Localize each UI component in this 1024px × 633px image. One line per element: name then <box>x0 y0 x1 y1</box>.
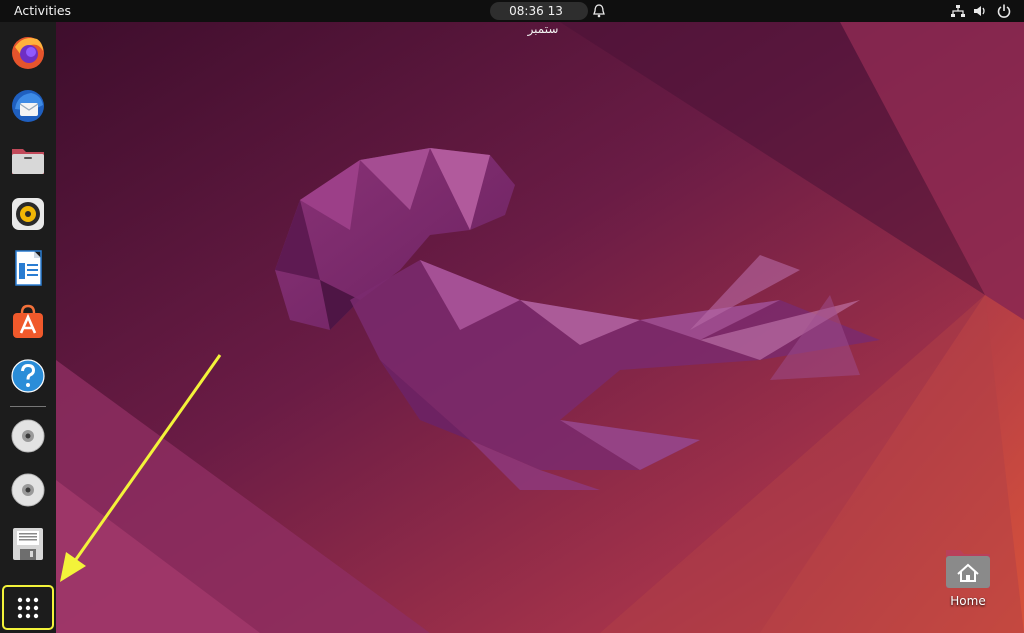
annotation-arrow <box>60 354 222 582</box>
network-icon[interactable] <box>950 3 966 19</box>
volume-icon[interactable] <box>972 3 988 19</box>
clock-button[interactable]: 08:36 13 ستمبر <box>490 2 588 36</box>
alarm-bell-icon <box>593 4 605 18</box>
clock-time: 08:36 <box>509 4 544 18</box>
activities-button[interactable]: Activities <box>14 3 71 18</box>
power-icon[interactable] <box>996 3 1012 19</box>
top-bar: Activities 08:36 13 ستمبر <box>0 0 1024 36</box>
